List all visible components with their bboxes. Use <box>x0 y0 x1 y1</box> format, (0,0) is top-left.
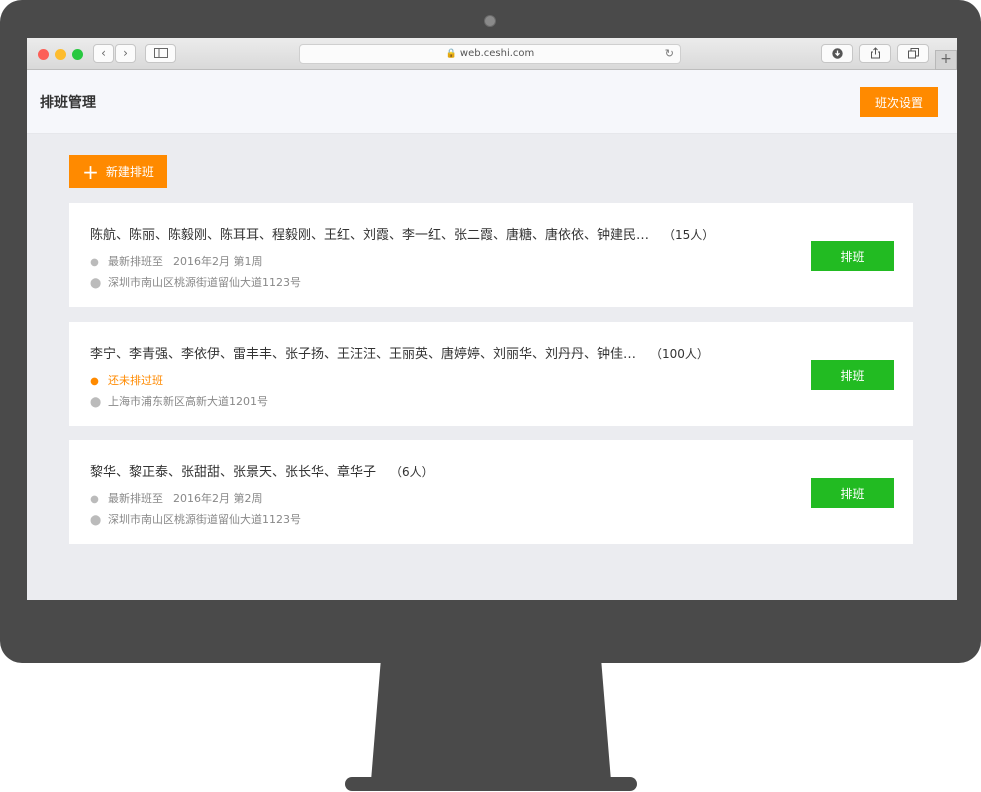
address-text: 上海市浦东新区高新大道1201号 <box>108 395 268 408</box>
url-text: web.ceshi.com <box>459 48 535 59</box>
new-schedule-button[interactable]: + 新建排班 <box>69 155 167 188</box>
tabs-overview-button[interactable] <box>897 44 929 63</box>
location-pin-icon: ⬤ <box>90 278 102 289</box>
schedule-button[interactable]: 排班 <box>811 241 894 271</box>
download-icon <box>831 48 843 59</box>
member-count: （15人） <box>663 228 715 242</box>
card-member-names: 陈航、陈丽、陈毅刚、陈耳耳、程毅刚、王红、刘霞、李一红、张二霞、唐糖、唐依依、钟… <box>90 224 714 243</box>
address-bar[interactable]: 🔒 web.ceshi.com ↻ <box>299 44 681 64</box>
sidebar-toggle-button[interactable] <box>145 44 176 63</box>
share-icon <box>870 47 880 59</box>
schedule-card: 李宁、李青强、李依伊、雷丰丰、张子扬、王汪汪、王丽英、唐婷婷、刘丽华、刘丹丹、钟… <box>69 322 913 426</box>
shift-settings-button[interactable]: 班次设置 <box>860 87 938 117</box>
close-window-button[interactable] <box>38 49 49 60</box>
schedule-address: ⬤ 深圳市南山区桃源街道留仙大道1123号 <box>90 274 301 290</box>
schedule-button[interactable]: 排班 <box>811 478 894 508</box>
status-label: 最新排班至 <box>108 492 163 505</box>
schedule-card: 陈航、陈丽、陈毅刚、陈耳耳、程毅刚、王红、刘霞、李一红、张二霞、唐糖、唐依依、钟… <box>69 203 913 307</box>
forward-button[interactable]: › <box>115 44 136 63</box>
lock-icon: 🔒 <box>445 49 457 59</box>
page-header: 排班管理 班次设置 <box>27 70 957 134</box>
chevron-left-icon: ‹ <box>101 46 106 60</box>
monitor-base <box>345 777 637 791</box>
status-label: 最新排班至 <box>108 255 163 268</box>
clock-icon: ● <box>90 494 99 505</box>
page-title: 排班管理 <box>40 95 96 111</box>
clock-icon: ● <box>90 376 99 387</box>
chevron-right-icon: › <box>123 46 128 60</box>
reload-icon[interactable]: ↻ <box>665 45 674 63</box>
schedule-card: 黎华、黎正泰、张甜甜、张景天、张长华、章华子 （6人） ● 最新排班至 2016年2月… <box>69 440 913 544</box>
schedule-status: ● 还未排过班 <box>90 372 163 388</box>
address-text: 深圳市南山区桃源街道留仙大道1123号 <box>108 276 301 289</box>
download-button[interactable] <box>821 44 853 63</box>
zoom-window-button[interactable] <box>72 49 83 60</box>
status-label: 还未排过班 <box>108 374 163 387</box>
address-text: 深圳市南山区桃源街道留仙大道1123号 <box>108 513 301 526</box>
member-names-text: 陈航、陈丽、陈毅刚、陈耳耳、程毅刚、王红、刘霞、李一红、张二霞、唐糖、唐依依、钟… <box>90 228 650 243</box>
schedule-status: ● 最新排班至 2016年2月 第1周 <box>90 253 263 269</box>
new-schedule-label: 新建排班 <box>105 165 154 179</box>
clock-icon: ● <box>90 257 99 268</box>
location-pin-icon: ⬤ <box>90 397 102 408</box>
plus-icon: + <box>940 51 952 67</box>
browser-window: ‹ › 🔒 web.ceshi.com ↻ + 排班管理 班次设置 + 新建排班… <box>27 38 957 600</box>
location-pin-icon: ⬤ <box>90 515 102 526</box>
browser-toolbar: ‹ › 🔒 web.ceshi.com ↻ + <box>27 38 957 70</box>
new-tab-button[interactable]: + <box>935 50 957 70</box>
card-member-names: 李宁、李青强、李依伊、雷丰丰、张子扬、王汪汪、王丽英、唐婷婷、刘丽华、刘丹丹、钟… <box>90 343 709 362</box>
tabs-icon <box>907 48 919 59</box>
plus-icon: + <box>82 160 99 184</box>
schedule-button[interactable]: 排班 <box>811 360 894 390</box>
member-names-text: 黎华、黎正泰、张甜甜、张景天、张长华、章华子 <box>90 465 377 480</box>
back-button[interactable]: ‹ <box>93 44 114 63</box>
share-button[interactable] <box>859 44 891 63</box>
camera-icon <box>484 15 496 27</box>
status-value: 2016年2月 第1周 <box>173 255 263 268</box>
member-names-text: 李宁、李青强、李依伊、雷丰丰、张子扬、王汪汪、王丽英、唐婷婷、刘丽华、刘丹丹、钟… <box>90 347 637 362</box>
schedule-address: ⬤ 深圳市南山区桃源街道留仙大道1123号 <box>90 511 301 527</box>
monitor-frame: ‹ › 🔒 web.ceshi.com ↻ + 排班管理 班次设置 + 新建排班… <box>0 0 981 663</box>
schedule-address: ⬤ 上海市浦东新区高新大道1201号 <box>90 393 268 409</box>
card-member-names: 黎华、黎正泰、张甜甜、张景天、张长华、章华子 （6人） <box>90 461 434 480</box>
minimize-window-button[interactable] <box>55 49 66 60</box>
monitor-stand <box>371 663 611 781</box>
sidebar-icon <box>153 48 168 58</box>
member-count: （6人） <box>390 465 434 479</box>
status-value: 2016年2月 第2周 <box>173 492 263 505</box>
member-count: （100人） <box>650 347 709 361</box>
schedule-status: ● 最新排班至 2016年2月 第2周 <box>90 490 263 506</box>
